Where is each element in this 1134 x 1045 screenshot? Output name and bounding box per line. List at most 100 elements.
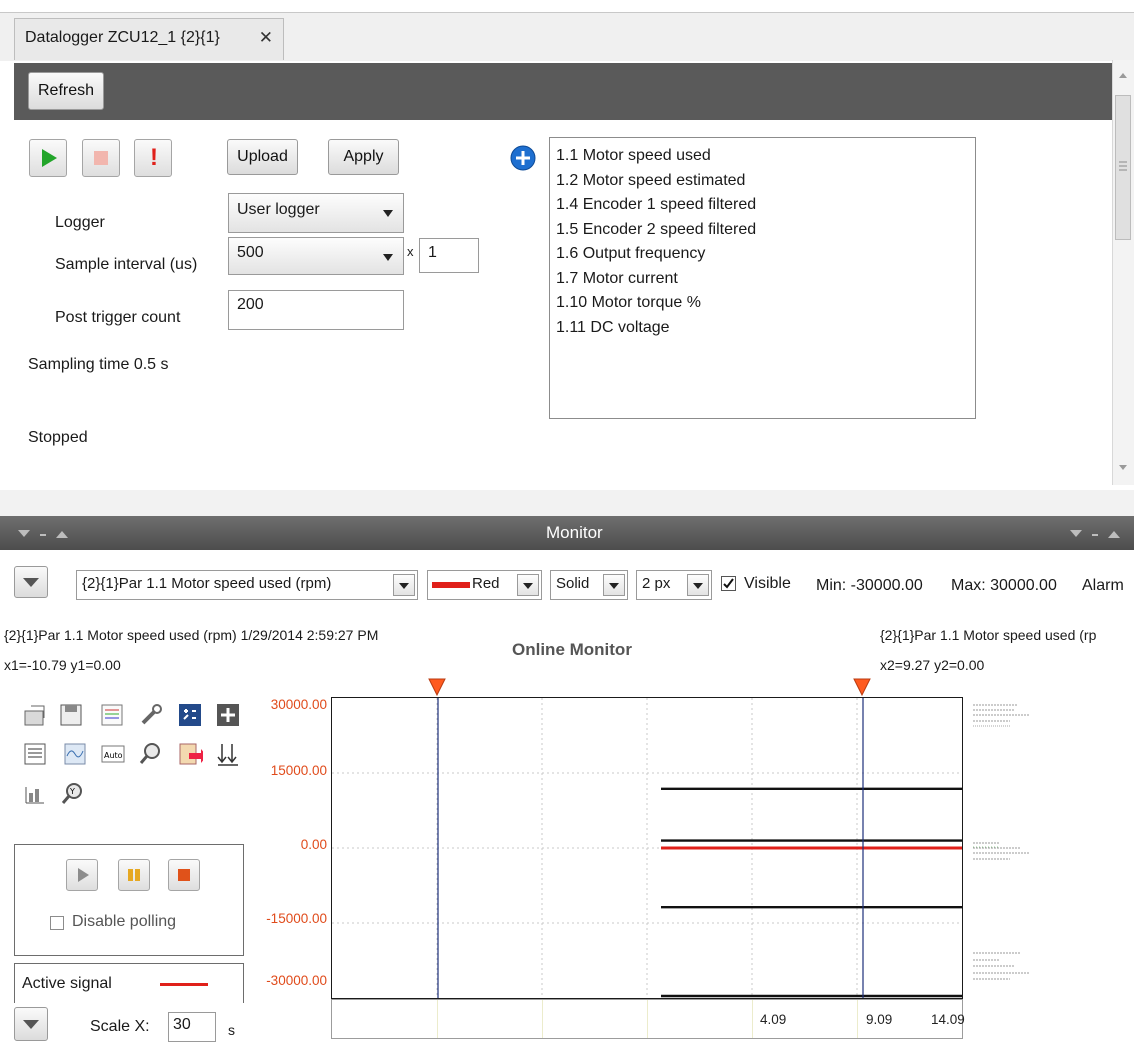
x-tick-label: 14.09 (931, 1012, 965, 1027)
logger-select[interactable]: User logger (228, 193, 404, 233)
chevron-down-icon (393, 574, 415, 596)
auto-scale-icon[interactable]: Auto (100, 741, 126, 767)
add-icon[interactable] (215, 702, 241, 728)
tab-close-icon[interactable]: ✕ (259, 28, 273, 48)
refresh-button[interactable]: Refresh (28, 72, 104, 110)
playback-play-button[interactable] (66, 859, 98, 891)
disable-polling-checkbox[interactable] (50, 916, 64, 930)
legend-cluster-bottom (973, 952, 1030, 980)
status-text: Stopped (28, 429, 88, 446)
active-signal-swatch (160, 983, 208, 986)
line-style-select[interactable]: Solid (550, 570, 628, 600)
save-icon[interactable] (58, 702, 84, 728)
collapse-expand-icon-right[interactable] (1070, 528, 1134, 542)
signal-list[interactable]: 1.1 Motor speed used 1.2 Motor speed est… (549, 137, 976, 419)
sample-interval-select[interactable]: 500 (228, 237, 404, 275)
alert-icon: ! (150, 144, 158, 171)
chevron-down-icon (687, 574, 709, 596)
scale-menu-button[interactable] (14, 1007, 48, 1041)
x-axis-grid-line (542, 1000, 543, 1038)
chart-bar-icon[interactable] (22, 781, 48, 807)
panel-divider (0, 490, 1134, 516)
play-icon (78, 868, 89, 882)
apply-button[interactable]: Apply (328, 139, 399, 175)
calculator-icon[interactable] (177, 702, 203, 728)
collapse-expand-icon[interactable] (18, 528, 78, 542)
list-item[interactable]: 1.10 Motor torque % (556, 291, 969, 316)
bottom-row (0, 1003, 331, 1043)
x-axis-grid-line (647, 1000, 648, 1038)
stop-button[interactable] (82, 139, 120, 177)
x-axis-grid-line (752, 1000, 753, 1038)
cursor2-marker-icon[interactable] (853, 677, 871, 697)
tab-datalogger[interactable]: Datalogger ZCU12_1 {2}{1} ✕ (14, 18, 284, 60)
max-text: Max: 30000.00 (951, 577, 1057, 594)
export-icon[interactable] (177, 741, 203, 767)
alert-button[interactable]: ! (134, 139, 172, 177)
cursor1-readout: x1=-10.79 y1=0.00 (4, 657, 121, 673)
chevron-down-icon (383, 254, 393, 261)
step-down-icon[interactable] (215, 741, 241, 767)
list-icon[interactable] (22, 741, 48, 767)
wrench-icon[interactable] (138, 702, 164, 728)
scroll-up-icon[interactable] (1116, 70, 1130, 80)
line-width-value: 2 px (642, 575, 671, 592)
scale-x-unit: s (228, 1022, 235, 1038)
list-item[interactable]: 1.4 Encoder 1 speed filtered (556, 193, 969, 218)
sampling-time-text: Sampling time 0.5 s (28, 356, 169, 373)
add-signal-icon[interactable] (510, 145, 536, 171)
chart-plot-area[interactable] (331, 697, 963, 999)
play-icon (42, 149, 57, 167)
chevron-down-icon (383, 210, 393, 217)
disable-polling-label: Disable polling (72, 913, 177, 930)
signal-menu-button[interactable] (14, 566, 48, 598)
zoom-y-icon[interactable]: Y (60, 781, 86, 807)
top-gap (0, 0, 1134, 12)
list-item[interactable]: 1.7 Motor current (556, 267, 969, 292)
line-width-select[interactable]: 2 px (636, 570, 712, 600)
chart-title: Online Monitor (512, 640, 632, 659)
post-trigger-input[interactable]: 200 (228, 290, 404, 330)
logger-select-value: User logger (237, 201, 320, 218)
upload-button[interactable]: Upload (227, 139, 298, 175)
x-axis-grid-line (437, 1000, 438, 1038)
scale-x-label: Scale X: (90, 1018, 150, 1035)
multiplier-input[interactable]: 1 (419, 238, 479, 273)
list-item[interactable]: 1.11 DC voltage (556, 316, 969, 341)
check-icon (723, 578, 734, 589)
logger-label: Logger (55, 214, 105, 231)
cursor2-title: {2}{1}Par 1.1 Motor speed used (rp (880, 627, 1097, 643)
chart-svg (332, 698, 962, 998)
visible-checkbox[interactable] (721, 576, 736, 591)
signal-select[interactable]: {2}{1}Par 1.1 Motor speed used (rpm) (76, 570, 418, 600)
scroll-down-icon[interactable] (1116, 463, 1130, 473)
cursor2-readout: x2=9.27 y2=0.00 (880, 657, 985, 673)
active-signal-label: Active signal (22, 975, 112, 992)
list-item[interactable]: 1.5 Encoder 2 speed filtered (556, 218, 969, 243)
x-axis-grid-line (857, 1000, 858, 1038)
list-item[interactable]: 1.2 Motor speed estimated (556, 169, 969, 194)
legend-cluster-mid (973, 842, 1030, 860)
cursor1-title: {2}{1}Par 1.1 Motor speed used (rpm) 1/2… (4, 627, 379, 643)
playback-pause-button[interactable] (118, 859, 150, 891)
legend-cluster-top (973, 704, 1030, 727)
x-tick-label: 4.09 (760, 1012, 787, 1027)
y-tick-label: -30000.00 (266, 973, 327, 988)
chevron-down-icon (517, 574, 539, 596)
cursor1-marker-icon[interactable] (428, 677, 446, 697)
visible-label: Visible (744, 575, 791, 592)
legend-colors-icon[interactable] (99, 702, 125, 728)
list-item[interactable]: 1.1 Motor speed used (556, 144, 969, 169)
open-file-icon[interactable] (22, 702, 48, 728)
list-item[interactable]: 1.6 Output frequency (556, 242, 969, 267)
playback-stop-button[interactable] (168, 859, 200, 891)
color-swatch (432, 582, 470, 588)
x-tick-label: 9.09 (866, 1012, 893, 1027)
waveform-icon[interactable] (62, 741, 88, 767)
alarm-text: Alarm (1082, 577, 1124, 594)
color-select[interactable]: Red (427, 570, 542, 600)
zoom-icon[interactable] (138, 741, 164, 767)
min-text: Min: -30000.00 (816, 577, 923, 594)
play-button[interactable] (29, 139, 67, 177)
scale-x-input[interactable]: 30 (168, 1012, 216, 1042)
